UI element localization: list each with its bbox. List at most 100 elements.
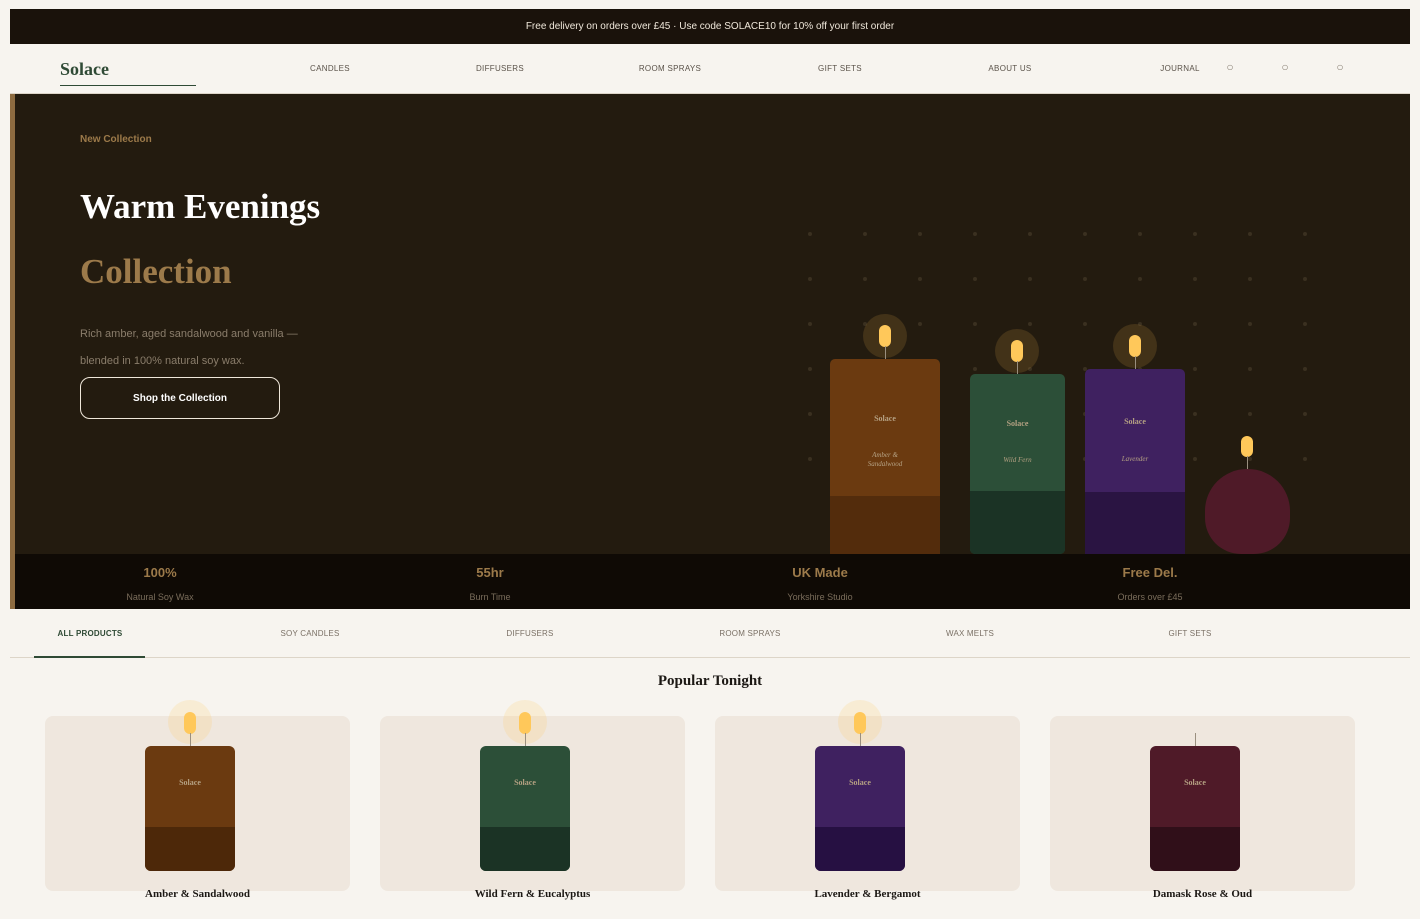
nav-link-gift-sets[interactable]: GIFT SETS bbox=[818, 64, 862, 73]
tab-diffusers[interactable]: DIFFUSERS bbox=[506, 629, 553, 638]
pattern-dot bbox=[1193, 457, 1197, 461]
pattern-dot bbox=[1138, 277, 1142, 281]
hero-banner: New Collection Warm Evenings Collection … bbox=[10, 94, 1410, 609]
pattern-dot bbox=[918, 277, 922, 281]
wick bbox=[1017, 361, 1018, 374]
candle-brand: Solace bbox=[874, 414, 896, 423]
product-card[interactable]: Solace Amber & Sandalwood bbox=[45, 700, 350, 900]
nav-link-room-sprays[interactable]: ROOM SPRAYS bbox=[639, 64, 701, 73]
pattern-dot bbox=[808, 457, 812, 461]
page: Free delivery on orders over £45 · Use c… bbox=[10, 9, 1410, 919]
hero-description-line: blended in 100% natural soy wax. bbox=[80, 355, 245, 367]
product-name[interactable]: Wild Fern & Eucalyptus bbox=[380, 888, 685, 900]
wick bbox=[1247, 456, 1248, 470]
flame-icon bbox=[519, 712, 531, 734]
hero-candle-amber[interactable]: Solace Amber & Sandalwood bbox=[830, 359, 940, 569]
tab-gift-sets[interactable]: GIFT SETS bbox=[1169, 629, 1212, 638]
product-candle-image: Solace bbox=[480, 746, 570, 871]
pattern-dot bbox=[1028, 277, 1032, 281]
pattern-dot bbox=[808, 367, 812, 371]
pattern-dot bbox=[1303, 412, 1307, 416]
pattern-dot bbox=[1303, 277, 1307, 281]
pattern-dot bbox=[973, 232, 977, 236]
promo-text: Free delivery on orders over £45 · Use c… bbox=[525, 21, 895, 32]
hero-accent-edge bbox=[10, 94, 15, 609]
product-candle-image: Solace bbox=[145, 746, 235, 871]
candle-scent: Amber & Sandalwood bbox=[867, 451, 903, 468]
hero-description: Rich amber, aged sandalwood and vanilla … bbox=[80, 321, 380, 375]
pattern-dot bbox=[1248, 322, 1252, 326]
candle-brand: Solace bbox=[179, 778, 201, 787]
pattern-dot bbox=[973, 367, 977, 371]
pattern-dot bbox=[1193, 322, 1197, 326]
pattern-dot bbox=[1248, 232, 1252, 236]
pattern-dot bbox=[1248, 367, 1252, 371]
pattern-dot bbox=[808, 322, 812, 326]
pattern-dot bbox=[1028, 322, 1032, 326]
tab-soy-candles[interactable]: SOY CANDLES bbox=[281, 629, 340, 638]
stat-value: Free Del. bbox=[1122, 565, 1178, 580]
active-tab-indicator bbox=[34, 656, 145, 658]
search-icon[interactable]: ○ bbox=[1226, 60, 1233, 74]
bag-icon[interactable]: ○ bbox=[1336, 60, 1343, 74]
candle-base bbox=[1085, 492, 1185, 559]
product-card[interactable]: Solace Wild Fern & Eucalyptus bbox=[380, 700, 685, 900]
pattern-dot bbox=[1083, 232, 1087, 236]
pattern-dot bbox=[1248, 412, 1252, 416]
pattern-dot bbox=[918, 322, 922, 326]
wick bbox=[1195, 733, 1196, 746]
product-name[interactable]: Damask Rose & Oud bbox=[1050, 888, 1355, 900]
promo-banner: Free delivery on orders over £45 · Use c… bbox=[10, 9, 1410, 44]
candle-base bbox=[970, 491, 1065, 554]
stat-label: Burn Time bbox=[469, 592, 511, 602]
pattern-dot bbox=[808, 277, 812, 281]
nav-link-about-us[interactable]: ABOUT US bbox=[988, 64, 1031, 73]
flame-icon bbox=[854, 712, 866, 734]
pattern-dot bbox=[863, 277, 867, 281]
hero-candle-rose[interactable] bbox=[1205, 469, 1290, 554]
pattern-dot bbox=[1193, 412, 1197, 416]
hero-title-accent: Collection bbox=[80, 252, 232, 291]
flame-icon bbox=[1011, 340, 1023, 362]
pattern-dot bbox=[1193, 232, 1197, 236]
product-card[interactable]: Solace Lavender & Bergamot bbox=[715, 700, 1020, 900]
product-card[interactable]: Solace Damask Rose & Oud bbox=[1050, 716, 1355, 900]
pattern-dot bbox=[1083, 322, 1087, 326]
nav-link-journal[interactable]: JOURNAL bbox=[1160, 64, 1199, 73]
pattern-dot bbox=[1303, 232, 1307, 236]
candle-scent: Lavender bbox=[1121, 455, 1149, 463]
tab-all-products[interactable]: ALL PRODUCTS bbox=[58, 629, 123, 638]
stat-label: Yorkshire Studio bbox=[787, 592, 853, 602]
stat-value: 100% bbox=[143, 565, 177, 580]
flame-icon bbox=[1241, 436, 1253, 457]
product-name[interactable]: Amber & Sandalwood bbox=[45, 888, 350, 900]
logo[interactable]: Solace bbox=[60, 59, 109, 80]
candle-brand: Solace bbox=[1184, 778, 1206, 787]
pattern-dot bbox=[973, 277, 977, 281]
pattern-dot bbox=[808, 412, 812, 416]
nav-link-diffusers[interactable]: DIFFUSERS bbox=[476, 64, 524, 73]
pattern-dot bbox=[1303, 457, 1307, 461]
pattern-dot bbox=[808, 232, 812, 236]
product-filter-tabs: ALL PRODUCTS SOY CANDLES DIFFUSERS ROOM … bbox=[10, 609, 1410, 658]
candle-base bbox=[815, 827, 905, 871]
tab-room-sprays[interactable]: ROOM SPRAYS bbox=[719, 629, 780, 638]
tab-wax-melts[interactable]: WAX MELTS bbox=[946, 629, 994, 638]
pattern-dot bbox=[1303, 367, 1307, 371]
shop-collection-button[interactable]: Shop the Collection bbox=[80, 377, 280, 419]
pattern-dot bbox=[1138, 232, 1142, 236]
candle-base bbox=[145, 827, 235, 871]
product-name[interactable]: Lavender & Bergamot bbox=[715, 888, 1020, 900]
product-candle-image: Solace bbox=[1150, 746, 1240, 871]
pattern-dot bbox=[1083, 277, 1087, 281]
main-nav: Solace CANDLES DIFFUSERS ROOM SPRAYS GIF… bbox=[10, 44, 1410, 94]
candle-base bbox=[1150, 827, 1240, 871]
hero-candle-fern[interactable]: Solace Wild Fern bbox=[970, 374, 1065, 554]
wick bbox=[860, 733, 861, 746]
hero-title: Warm Evenings bbox=[80, 187, 321, 226]
candle-brand: Solace bbox=[1124, 417, 1146, 426]
hero-candle-lavender[interactable]: Solace Lavender bbox=[1085, 369, 1185, 559]
nav-link-candles[interactable]: CANDLES bbox=[310, 64, 350, 73]
account-icon[interactable]: ○ bbox=[1281, 60, 1288, 74]
wick bbox=[190, 733, 191, 746]
